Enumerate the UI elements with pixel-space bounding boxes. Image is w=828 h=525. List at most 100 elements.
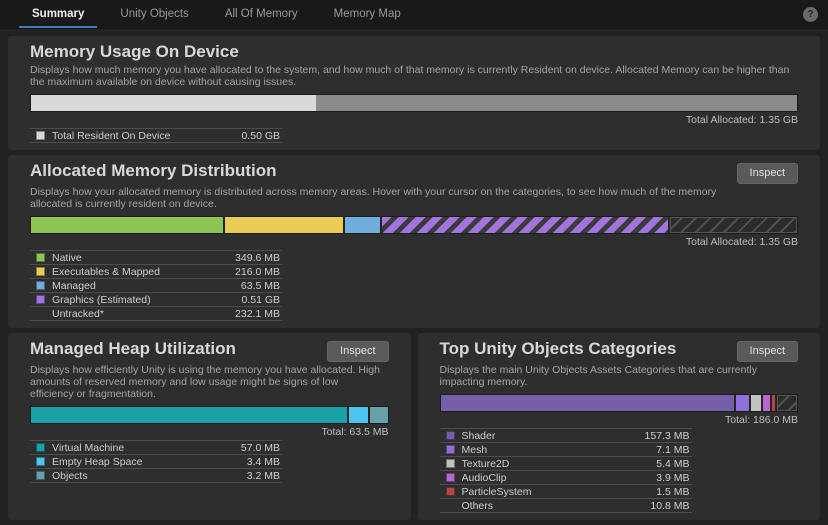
legend-row[interactable]: ParticleSystem1.5 MB xyxy=(440,484,692,498)
bar-segment-particlesystem[interactable] xyxy=(772,395,775,411)
bar-segment-texture2d[interactable] xyxy=(751,395,761,411)
allocated-distribution-bar xyxy=(30,216,798,234)
legend-label: Managed xyxy=(52,280,241,292)
allocated-distribution-legend: Native349.6 MBExecutables & Mapped216.0 … xyxy=(30,250,282,321)
bar-segment-virtual-machine[interactable] xyxy=(31,407,347,423)
legend-swatch xyxy=(36,443,45,452)
legend-value: 0.51 GB xyxy=(241,294,282,306)
legend-swatch xyxy=(446,473,455,482)
memory-usage-bar xyxy=(30,94,798,112)
legend-swatch xyxy=(446,487,455,496)
legend-swatch xyxy=(36,131,45,140)
legend-row[interactable]: Empty Heap Space3.4 MB xyxy=(30,454,282,468)
legend-swatch xyxy=(446,459,455,468)
inspect-button[interactable]: Inspect xyxy=(327,341,388,362)
legend-row[interactable]: Total Resident On Device0.50 GB xyxy=(30,128,282,142)
legend-label: Empty Heap Space xyxy=(52,456,247,468)
legend-value: 3.4 MB xyxy=(247,456,282,468)
bar-segment-empty-heap-space[interactable] xyxy=(349,407,368,423)
bar-segment-untracked[interactable] xyxy=(670,217,797,233)
legend-row[interactable]: Native349.6 MB xyxy=(30,250,282,264)
legend-row[interactable]: Others10.8 MB xyxy=(440,498,692,512)
legend-value: 3.9 MB xyxy=(656,472,691,484)
legend-swatch xyxy=(36,267,45,276)
bar-segment-executables-mapped[interactable] xyxy=(225,217,343,233)
bar-segment-mesh[interactable] xyxy=(736,395,749,411)
top-unity-objects-legend: Shader157.3 MBMesh7.1 MBTexture2D5.4 MBA… xyxy=(440,428,692,513)
legend-row[interactable]: Virtual Machine57.0 MB xyxy=(30,440,282,454)
legend-swatch xyxy=(446,431,455,440)
legend-swatch xyxy=(36,253,45,262)
legend-label: Executables & Mapped xyxy=(52,266,235,278)
legend-label: Native xyxy=(52,252,235,264)
legend-value: 157.3 MB xyxy=(645,430,692,442)
total-label: Total: 63.5 MB xyxy=(30,426,389,438)
panel-title: Allocated Memory Distribution xyxy=(30,161,277,181)
panel-allocated-memory-distribution: Allocated Memory Distribution Inspect Di… xyxy=(8,155,820,328)
bar-segment-native[interactable] xyxy=(31,217,223,233)
legend-swatch xyxy=(36,471,45,480)
managed-heap-legend: Virtual Machine57.0 MBEmpty Heap Space3.… xyxy=(30,440,282,483)
legend-value: 216.0 MB xyxy=(235,266,282,278)
inspect-button[interactable]: Inspect xyxy=(737,163,798,184)
legend-swatch xyxy=(36,281,45,290)
bar-segment-objects[interactable] xyxy=(370,407,388,423)
legend-label: Objects xyxy=(52,470,247,482)
legend-value: 349.6 MB xyxy=(235,252,282,264)
tab-all-of-memory[interactable]: All Of Memory xyxy=(207,0,316,28)
panel-description: Displays how your allocated memory is di… xyxy=(30,186,730,210)
legend-label: Texture2D xyxy=(462,458,657,470)
legend-swatch xyxy=(36,457,45,466)
legend-value: 63.5 MB xyxy=(241,280,282,292)
bar-segment-shader[interactable] xyxy=(441,395,734,411)
legend-label: ParticleSystem xyxy=(462,486,657,498)
legend-row[interactable]: Untracked*232.1 MB xyxy=(30,306,282,320)
legend-row[interactable]: Mesh7.1 MB xyxy=(440,442,692,456)
legend-row[interactable]: Objects3.2 MB xyxy=(30,468,282,482)
legend-value: 7.1 MB xyxy=(656,444,691,456)
total-allocated-label: Total Allocated: 1.35 GB xyxy=(30,236,798,248)
legend-row[interactable]: Texture2D5.4 MB xyxy=(440,456,692,470)
inspect-button[interactable]: Inspect xyxy=(737,341,798,362)
legend-value: 3.2 MB xyxy=(247,470,282,482)
legend-row[interactable]: Graphics (Estimated)0.51 GB xyxy=(30,292,282,306)
tab-memory-map[interactable]: Memory Map xyxy=(316,0,419,28)
panel-description: Displays how much memory you have alloca… xyxy=(30,64,792,88)
panel-top-unity-objects-categories: Top Unity Objects Categories Inspect Dis… xyxy=(418,333,821,520)
legend-value: 5.4 MB xyxy=(656,458,691,470)
legend-row[interactable]: Shader157.3 MB xyxy=(440,428,692,442)
legend-label: AudioClip xyxy=(462,472,657,484)
bar-segment-graphics-estimated[interactable] xyxy=(382,217,669,233)
bar-segment-total-resident[interactable] xyxy=(31,95,316,111)
legend-label: Mesh xyxy=(462,444,657,456)
panel-description: Displays the main Unity Objects Assets C… xyxy=(440,364,772,388)
bar-segment-allocated-remainder[interactable] xyxy=(316,95,797,111)
legend-value: 232.1 MB xyxy=(235,308,282,320)
legend-label: Others xyxy=(462,500,651,512)
managed-heap-bar xyxy=(30,406,389,424)
bar-segment-audioclip[interactable] xyxy=(763,395,770,411)
panel-title: Top Unity Objects Categories xyxy=(440,339,677,359)
total-label: Total: 186.0 MB xyxy=(440,414,799,426)
tab-unity-objects[interactable]: Unity Objects xyxy=(102,0,206,28)
panel-title: Memory Usage On Device xyxy=(30,42,239,62)
bar-segment-managed[interactable] xyxy=(345,217,380,233)
tab-summary[interactable]: Summary xyxy=(14,0,102,28)
top-unity-objects-bar xyxy=(440,394,799,412)
legend-row[interactable]: Executables & Mapped216.0 MB xyxy=(30,264,282,278)
total-allocated-label: Total Allocated: 1.35 GB xyxy=(30,114,798,126)
legend-row[interactable]: Managed63.5 MB xyxy=(30,278,282,292)
legend-row[interactable]: AudioClip3.9 MB xyxy=(440,470,692,484)
legend-label: Total Resident On Device xyxy=(52,130,241,142)
panel-managed-heap-utilization: Managed Heap Utilization Inspect Display… xyxy=(8,333,411,520)
panel-title: Managed Heap Utilization xyxy=(30,339,236,359)
legend-label: Virtual Machine xyxy=(52,442,241,454)
legend-label: Untracked* xyxy=(52,308,235,320)
bar-segment-others[interactable] xyxy=(777,395,797,411)
help-icon[interactable]: ? xyxy=(803,7,818,22)
legend-swatch xyxy=(36,295,45,304)
panel-memory-usage-on-device: Memory Usage On Device Displays how much… xyxy=(8,36,820,150)
legend-swatch-empty xyxy=(446,501,455,510)
legend-swatch-empty xyxy=(36,309,45,318)
legend-label: Graphics (Estimated) xyxy=(52,294,241,306)
